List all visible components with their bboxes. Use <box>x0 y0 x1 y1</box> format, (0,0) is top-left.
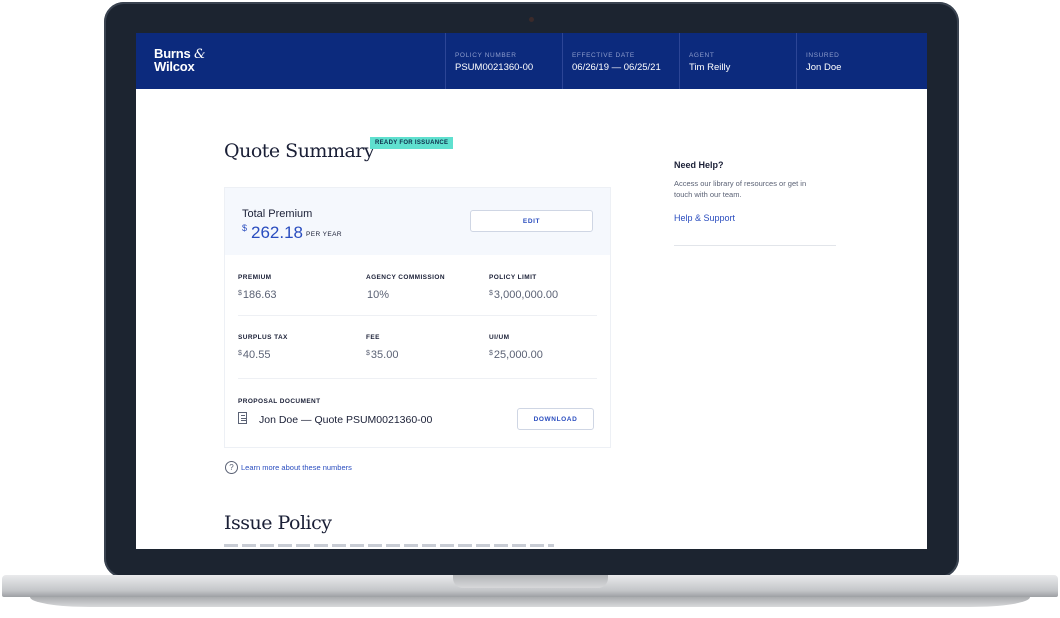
effective-date-value: 06/26/19 — 06/25/21 <box>572 62 661 73</box>
agent-value: Tim Reilly <box>689 62 731 73</box>
fee-label: FEE <box>366 334 380 341</box>
issue-policy-text-cutoff <box>224 544 554 547</box>
insured-block: INSURED Jon Doe <box>796 33 914 89</box>
learn-more-link[interactable]: Learn more about these numbers <box>241 463 352 472</box>
surplus-tax-label: SURPLUS TAX <box>238 334 288 341</box>
policy-limit-label: POLICY LIMIT <box>489 274 537 281</box>
proposal-document-name[interactable]: Jon Doe — Quote PSUM0021360-00 <box>259 414 432 426</box>
laptop-notch <box>453 575 608 588</box>
need-help-title: Need Help? <box>674 160 724 170</box>
premium-value: $186.63 <box>238 289 277 301</box>
per-year-label: PER YEAR <box>306 231 342 238</box>
status-badge: READY FOR ISSUANCE <box>370 137 454 149</box>
document-icon <box>238 412 247 424</box>
download-button[interactable]: DOWNLOAD <box>517 408 594 430</box>
camera-icon <box>529 17 534 22</box>
question-circle-icon[interactable]: ? <box>225 461 238 474</box>
logo-ampersand: & <box>193 47 206 62</box>
agency-commission-cell: AGENCY COMMISSION 10% <box>366 274 445 301</box>
surplus-tax-cell: SURPLUS TAX $40.55 <box>238 334 288 361</box>
ui-um-label: UI/UM <box>489 334 510 341</box>
effective-date-block: EFFECTIVE DATE 06/26/19 — 06/25/21 <box>562 33 680 89</box>
app-screen: Burns & Wilcox POLICY NUMBER PSUM0021360… <box>136 33 927 549</box>
policy-number-block: POLICY NUMBER PSUM0021360-00 <box>445 33 563 89</box>
total-premium-currency: $ <box>242 223 248 233</box>
policy-limit-cell: POLICY LIMIT $3,000,000.00 <box>489 274 558 301</box>
premium-cell: PREMIUM $186.63 <box>238 274 277 301</box>
need-help-text: Access our library of resources or get i… <box>674 179 807 199</box>
divider <box>238 378 597 379</box>
total-premium-panel: Total Premium $ 262.18 PER YEAR EDIT <box>225 188 610 255</box>
proposal-document-label: PROPOSAL DOCUMENT <box>238 398 321 405</box>
ui-um-value: $25,000.00 <box>489 349 543 361</box>
top-header: Burns & Wilcox POLICY NUMBER PSUM0021360… <box>136 33 927 89</box>
insured-label: INSURED <box>806 52 840 59</box>
divider <box>238 315 597 316</box>
quote-card: Total Premium $ 262.18 PER YEAR EDIT PRE… <box>224 187 611 448</box>
total-premium-amount: 262.18 <box>251 223 303 242</box>
burns-wilcox-logo[interactable]: Burns & Wilcox <box>154 47 206 74</box>
total-premium-label: Total Premium <box>242 208 313 220</box>
fee-cell: FEE $35.00 <box>366 334 398 361</box>
laptop-base-bottom <box>30 597 1030 607</box>
policy-number-label: POLICY NUMBER <box>455 52 517 59</box>
issue-policy-title: Issue Policy <box>224 512 332 534</box>
logo-line-2: Wilcox <box>154 59 195 74</box>
help-divider <box>674 245 836 246</box>
agency-commission-value: 10% <box>367 289 390 301</box>
insured-value: Jon Doe <box>806 62 842 73</box>
premium-label: PREMIUM <box>238 274 272 281</box>
agent-block: AGENT Tim Reilly <box>679 33 797 89</box>
agency-commission-label: AGENCY COMMISSION <box>366 274 445 281</box>
effective-date-label: EFFECTIVE DATE <box>572 52 635 59</box>
policy-limit-value: $3,000,000.00 <box>489 289 559 301</box>
ui-um-cell: UI/UM $25,000.00 <box>489 334 543 361</box>
surplus-tax-value: $40.55 <box>238 349 271 361</box>
edit-button[interactable]: EDIT <box>470 210 593 232</box>
help-support-link[interactable]: Help & Support <box>674 213 735 223</box>
agent-label: AGENT <box>689 52 715 59</box>
policy-number-value: PSUM0021360-00 <box>455 62 534 73</box>
fee-value: $35.00 <box>366 349 399 361</box>
page-title: Quote Summary <box>224 140 375 162</box>
